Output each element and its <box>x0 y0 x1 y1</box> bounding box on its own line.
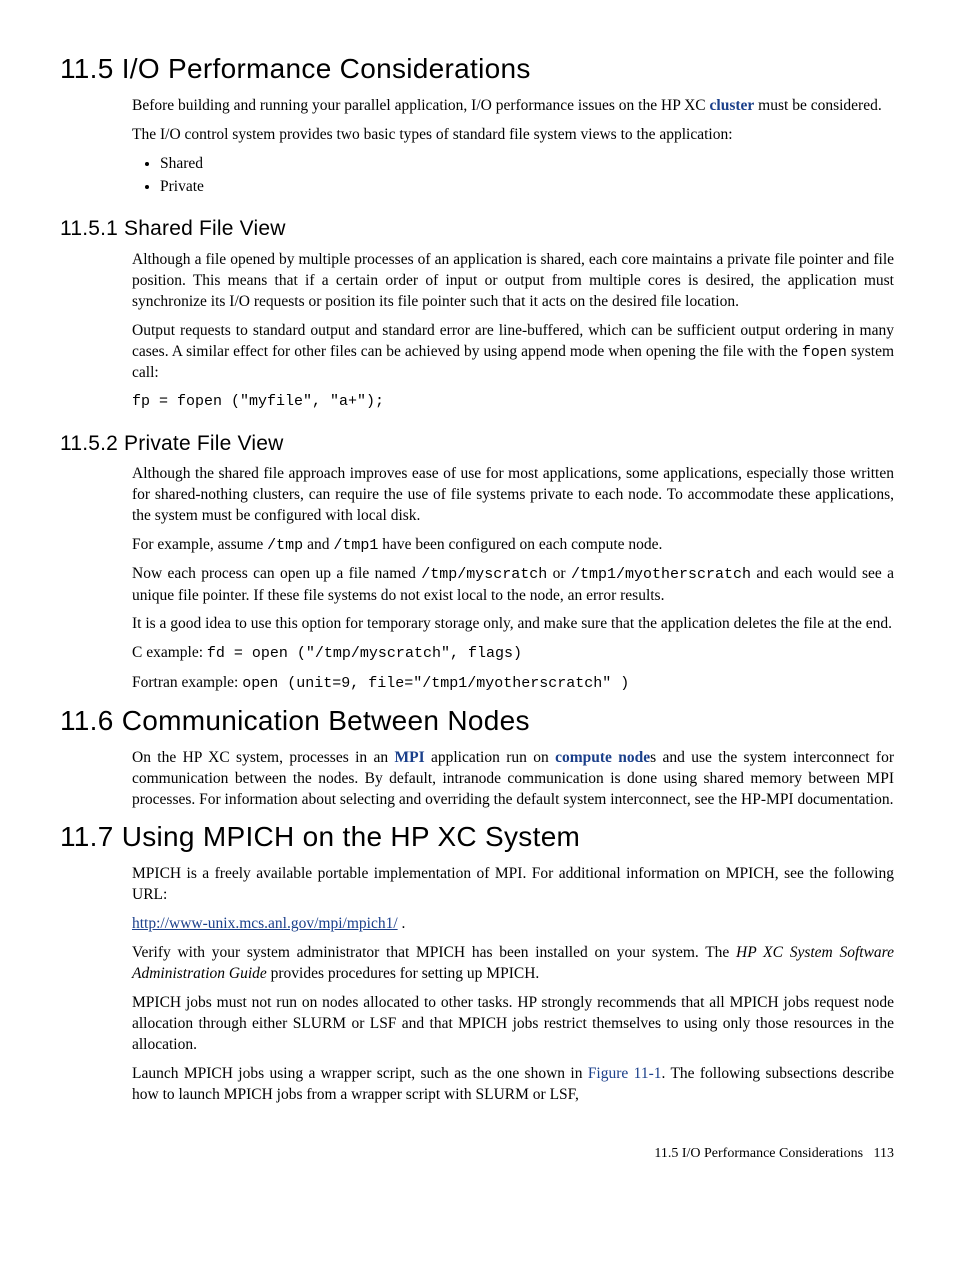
text: Fortran example: <box>132 674 242 691</box>
section-heading-11-5-1: 11.5.1 Shared File View <box>60 215 894 243</box>
text: provides procedures for setting up MPICH… <box>267 965 540 982</box>
paragraph: MPICH jobs must not run on nodes allocat… <box>132 993 894 1056</box>
text: must be considered. <box>754 97 881 114</box>
paragraph: Verify with your system administrator th… <box>132 943 894 985</box>
page-number: 113 <box>874 1146 894 1161</box>
link-cluster[interactable]: cluster <box>710 97 755 114</box>
section-heading-11-5: 11.5 I/O Performance Considerations <box>60 50 894 88</box>
paragraph: MPICH is a freely available portable imp… <box>132 864 894 906</box>
text: C example: <box>132 644 207 661</box>
link-compute-node[interactable]: compute node <box>555 749 650 766</box>
paragraph: It is a good idea to use this option for… <box>132 614 894 635</box>
paragraph: For example, assume /tmp and /tmp1 have … <box>132 535 894 556</box>
text: Before building and running your paralle… <box>132 97 710 114</box>
list-item: Private <box>160 177 894 198</box>
text: On the HP XC system, processes in an <box>132 749 395 766</box>
text: have been configured on each compute nod… <box>378 536 662 553</box>
code-block: fp = fopen ("myfile", "a+"); <box>132 392 894 412</box>
inline-code: /tmp1 <box>333 537 378 554</box>
paragraph: C example: fd = open ("/tmp/myscratch", … <box>132 643 894 664</box>
paragraph: Fortran example: open (unit=9, file="/tm… <box>132 673 894 694</box>
bullet-list: Shared Private <box>132 154 894 198</box>
inline-code: /tmp <box>267 537 303 554</box>
text: application run on <box>425 749 555 766</box>
paragraph: http://www-unix.mcs.anl.gov/mpi/mpich1/ … <box>132 914 894 935</box>
footer-section-title: 11.5 I/O Performance Considerations <box>654 1146 863 1161</box>
paragraph: Output requests to standard output and s… <box>132 321 894 384</box>
paragraph: Although a file opened by multiple proce… <box>132 250 894 313</box>
text: Output requests to standard output and s… <box>132 322 894 360</box>
paragraph: The I/O control system provides two basi… <box>132 125 894 146</box>
paragraph: On the HP XC system, processes in an MPI… <box>132 748 894 811</box>
paragraph: Launch MPICH jobs using a wrapper script… <box>132 1064 894 1106</box>
text: or <box>547 565 571 582</box>
inline-code: /tmp/myscratch <box>421 566 547 583</box>
paragraph: Now each process can open up a file name… <box>132 564 894 606</box>
section-heading-11-5-2: 11.5.2 Private File View <box>60 430 894 458</box>
link-mpich-url[interactable]: http://www-unix.mcs.anl.gov/mpi/mpich1/ <box>132 915 398 932</box>
text: Launch MPICH jobs using a wrapper script… <box>132 1065 588 1082</box>
text: Now each process can open up a file name… <box>132 565 421 582</box>
text: For example, assume <box>132 536 267 553</box>
inline-code: open (unit=9, file="/tmp1/myotherscratch… <box>242 675 629 692</box>
inline-code: fd = open ("/tmp/myscratch", flags) <box>207 645 522 662</box>
page-footer: 11.5 I/O Performance Considerations 113 <box>60 1145 894 1164</box>
list-item: Shared <box>160 154 894 175</box>
section-heading-11-6: 11.6 Communication Between Nodes <box>60 702 894 740</box>
link-figure-11-1[interactable]: Figure 11-1 <box>588 1065 662 1082</box>
text: and <box>303 536 333 553</box>
section-heading-11-7: 11.7 Using MPICH on the HP XC System <box>60 818 894 856</box>
link-mpi[interactable]: MPI <box>395 749 425 766</box>
paragraph: Before building and running your paralle… <box>132 96 894 117</box>
inline-code: /tmp1/myotherscratch <box>571 566 751 583</box>
inline-code: fopen <box>802 344 847 361</box>
paragraph: Although the shared file approach improv… <box>132 464 894 527</box>
text: Verify with your system administrator th… <box>132 944 736 961</box>
